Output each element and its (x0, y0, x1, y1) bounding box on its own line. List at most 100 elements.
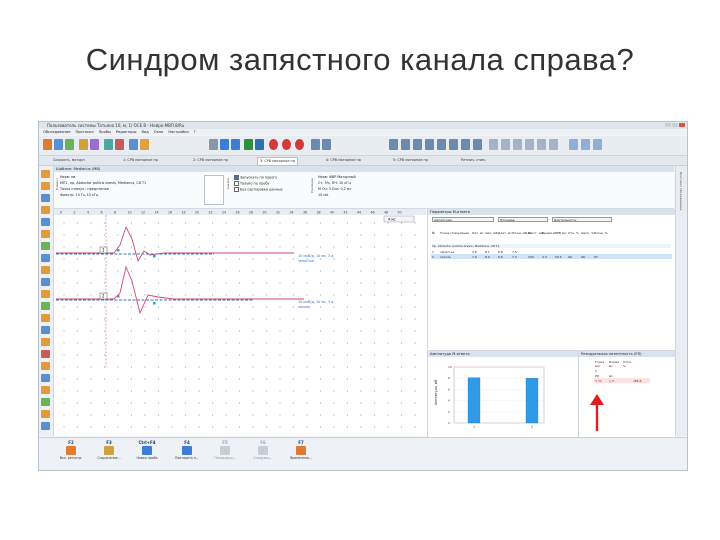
cursor-icon[interactable] (437, 139, 446, 150)
tab-srv-3[interactable]: 3: СРВ моторное пр (257, 157, 298, 166)
test-icon[interactable] (41, 230, 50, 238)
window-icon[interactable] (569, 139, 578, 150)
cursor-icon[interactable] (425, 139, 434, 150)
test-icon[interactable] (41, 182, 50, 190)
test-icon[interactable] (41, 254, 50, 262)
test-icon[interactable] (41, 170, 50, 178)
test-icon[interactable] (41, 242, 50, 250)
cursor-icon[interactable] (401, 139, 410, 150)
layout-icon[interactable] (513, 139, 522, 150)
maximize-button[interactable] (672, 123, 678, 127)
test-icon[interactable] (41, 410, 50, 418)
params-row[interactable] (431, 254, 672, 259)
option-threshold[interactable]: Запускать по порогу (234, 175, 277, 180)
param-select-area[interactable]: Площадь (498, 217, 548, 222)
record-icon[interactable] (295, 139, 304, 150)
test-icon[interactable] (41, 278, 50, 286)
layout-icon[interactable] (537, 139, 546, 150)
tab-srv-1[interactable]: 1: СРВ моторное пр (121, 157, 160, 164)
electrode-preview[interactable] (204, 175, 224, 205)
menu-item[interactable]: Окно (154, 129, 164, 135)
checkbox-icon[interactable] (234, 181, 239, 186)
close-button[interactable] (679, 123, 685, 127)
test-icon[interactable] (41, 422, 50, 430)
menu-item[interactable]: Протокол (75, 129, 93, 135)
option-only-probe[interactable]: Только по пробу (234, 181, 269, 186)
test-icon[interactable] (41, 266, 50, 274)
marker-icon[interactable] (322, 139, 331, 150)
test-icon[interactable] (41, 374, 50, 382)
tab-motor-speed[interactable]: Скорость, моторн (51, 157, 87, 164)
new-exam-icon[interactable] (43, 139, 52, 150)
tab-srv-4[interactable]: 4: СРВ моторное пр (324, 157, 363, 164)
latency-cursor[interactable] (117, 295, 120, 298)
option-no-sort[interactable]: Без сортировки данных (234, 187, 283, 192)
open-icon[interactable] (54, 139, 63, 150)
tab-srv-2[interactable]: 2: СРВ моторное пр (191, 157, 230, 164)
save-icon[interactable] (65, 139, 74, 150)
test-icon[interactable] (41, 194, 50, 202)
tab-rhythmic[interactable]: Ритмич. стим. (459, 157, 488, 164)
minimize-button[interactable] (665, 123, 671, 127)
record-icon[interactable] (269, 139, 278, 150)
menu-item[interactable]: Обследование (43, 129, 70, 135)
electrode-icon[interactable] (129, 139, 138, 150)
fkey-next[interactable]: F6 Следующ... (245, 440, 281, 460)
waveform-svg[interactable]: 0 2 4 6 8 10 12 14 16 18 20 22 24 26 28 30 32 34 36 38 40 42 4… (54, 209, 426, 436)
cursor-icon[interactable] (473, 139, 482, 150)
menu-item[interactable]: Пробы (99, 129, 111, 135)
layout-icon[interactable] (501, 139, 510, 150)
hand-icon[interactable] (209, 139, 218, 150)
layout-icon[interactable] (489, 139, 498, 150)
filter-icon[interactable] (140, 139, 149, 150)
fkey-previous[interactable]: F5 Предыдущ... (207, 440, 243, 460)
fkey-temporary[interactable]: F7 Временная... (283, 440, 319, 460)
trace-1-wave[interactable] (56, 225, 294, 263)
protocol-side-panel[interactable]: Протокол обследования (675, 166, 687, 436)
fkey-new-probe[interactable]: Ctrl+F4 Новая проба (129, 440, 165, 460)
param-select-amplitude[interactable]: Амплитуда (432, 217, 494, 222)
test-icon[interactable] (41, 326, 50, 334)
grid-icon[interactable] (220, 139, 229, 150)
cursor-icon[interactable] (461, 139, 470, 150)
param-select-duration[interactable]: Длительность (552, 217, 612, 222)
print-icon[interactable] (79, 139, 88, 150)
marker-icon[interactable] (311, 139, 320, 150)
test-icon[interactable] (41, 398, 50, 406)
stim-icon[interactable] (115, 139, 124, 150)
pulse-icon[interactable] (231, 139, 240, 150)
latency-cursor[interactable] (153, 255, 156, 258)
test-icon[interactable] (41, 218, 50, 226)
fkey-save[interactable]: F3 Сохранение... (91, 440, 127, 460)
checkbox-icon[interactable] (234, 175, 239, 180)
menu-item[interactable]: Редакторы (116, 129, 137, 135)
fkey-start-recording[interactable]: F2 Вкл. регистр. (53, 440, 89, 460)
window-icon[interactable] (593, 139, 602, 150)
test-icon[interactable] (41, 290, 50, 298)
trace-2-wave[interactable] (56, 265, 304, 315)
checkbox-icon[interactable] (234, 187, 239, 192)
menu-item[interactable]: Вид (142, 129, 149, 135)
menu-item[interactable]: ? (194, 129, 196, 135)
waveform-panel[interactable]: 0 2 4 6 8 10 12 14 16 18 20 22 24 26 28 30 32 34 36 38 40 42 4… (54, 209, 426, 436)
amp-bar-1[interactable] (467, 377, 481, 424)
window-icon[interactable] (581, 139, 590, 150)
menu-item[interactable]: Настройки (168, 129, 188, 135)
pause-icon[interactable] (255, 139, 264, 150)
latency-cursor[interactable] (117, 249, 120, 252)
play-icon[interactable] (244, 139, 253, 150)
test-icon[interactable] (41, 206, 50, 214)
protocol-tab-label[interactable]: Протокол обследования (679, 172, 683, 210)
test-icon[interactable] (41, 350, 50, 358)
fkey-repeat[interactable]: F4 Повторить п... (169, 440, 205, 460)
test-icon[interactable] (41, 302, 50, 310)
test-icon[interactable] (41, 362, 50, 370)
report-icon[interactable] (90, 139, 99, 150)
layout-icon[interactable] (549, 139, 558, 150)
settings-icon[interactable] (104, 139, 113, 150)
record-icon[interactable] (282, 139, 291, 150)
cursor-icon[interactable] (449, 139, 458, 150)
tab-srv-5[interactable]: 5: СРВ моторное пр (391, 157, 430, 164)
test-icon[interactable] (41, 386, 50, 394)
latency-cursor[interactable] (153, 302, 156, 305)
